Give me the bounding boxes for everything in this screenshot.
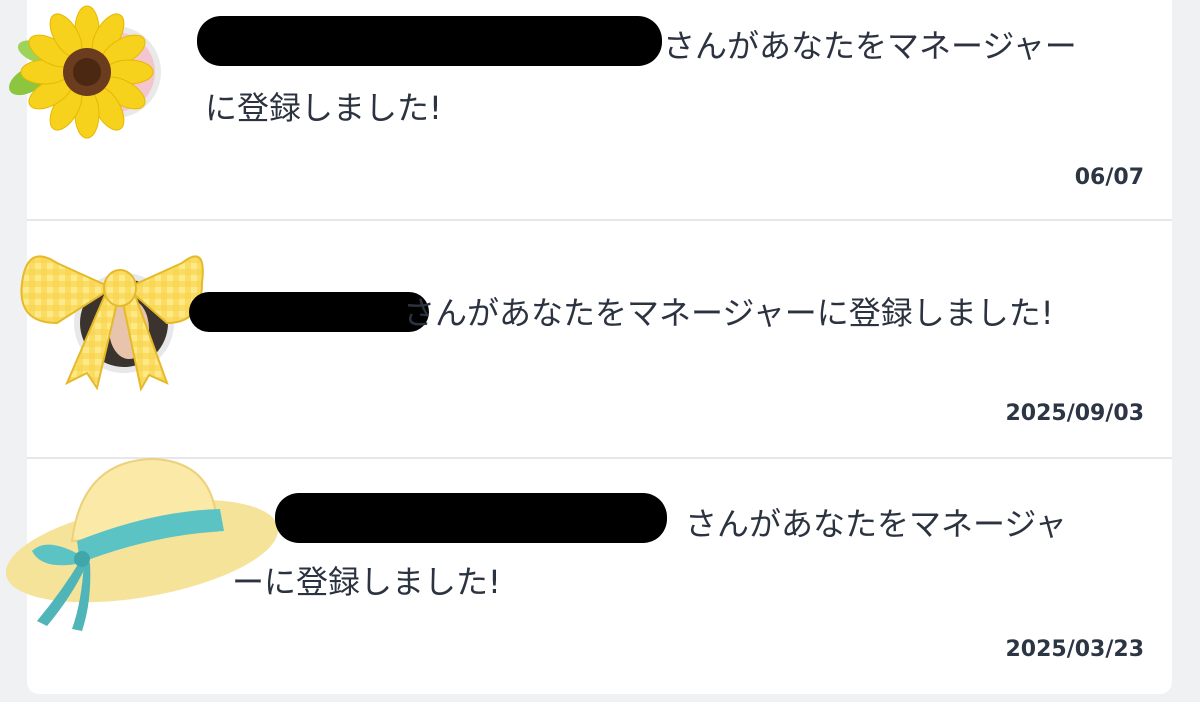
avatar[interactable] (2, 451, 287, 641)
ribbon-bow-icon (20, 255, 204, 392)
notification-date: 06/07 (1074, 165, 1144, 190)
notification-message-continued: に登録しました! (205, 89, 442, 127)
notification-list: さんがあなたをマネージャー に登録しました! 06/07 さんがあなたをマネージ… (5, 0, 1172, 694)
sunflower-icon (9, 5, 161, 139)
notification-date: 2025/09/03 (1005, 401, 1144, 426)
redacted-username (189, 292, 429, 332)
notification-item[interactable]: さんがあなたをマネージャーに登録しました! 2025/09/03 (20, 221, 1172, 457)
straw-hat-icon (5, 457, 279, 631)
notification-date: 2025/03/23 (1005, 637, 1144, 662)
redacted-username (275, 493, 667, 543)
notification-message-continued: ーに登録しました! (232, 563, 501, 601)
notification-item[interactable]: さんがあなたをマネージャ ーに登録しました! 2025/03/23 (5, 457, 1172, 694)
redacted-username (197, 16, 662, 66)
avatar[interactable] (7, 2, 167, 142)
avatar[interactable] (17, 233, 207, 393)
notification-item[interactable]: さんがあなたをマネージャー に登録しました! 06/07 (9, 0, 1172, 219)
notification-message: さんがあなたをマネージャーに登録しました! (403, 294, 1054, 332)
notification-message: さんがあなたをマネージャ (685, 505, 1067, 543)
notification-message: さんがあなたをマネージャー (663, 27, 1077, 65)
